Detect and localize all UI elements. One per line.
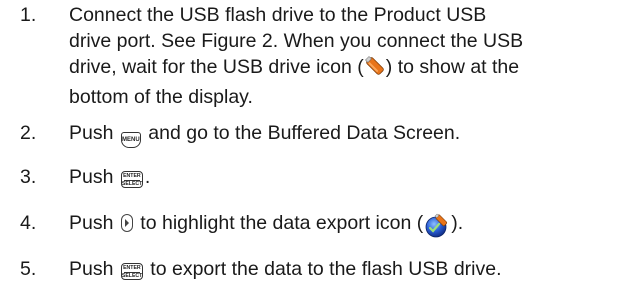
enter-select-key-icon: ENTER SELECT [120, 170, 143, 188]
menu-key-icon: MENU [120, 132, 141, 148]
step-text-segment: . [144, 166, 151, 188]
step-text-segment: Push [69, 122, 114, 144]
key-label-bottom: SELECT [121, 181, 143, 187]
step-text: Connect the USB flash drive to the Produ… [69, 2, 614, 110]
step-text: Push ENTER SELECT to export the data to t… [69, 256, 614, 282]
step-text-segment: drive, wait for the USB drive icon ( [69, 56, 364, 78]
step-number: 3. [20, 166, 37, 188]
enter-select-key-icon: ENTER SELECT [120, 262, 143, 280]
step-text: Push to highlight the data export icon ( [69, 210, 614, 240]
step-text-segment: to highlight the data export icon ( [140, 212, 424, 234]
step-number: 4. [20, 212, 37, 234]
step-line: drive, wait for the USB drive icon ( ) t… [69, 54, 614, 84]
usb-drive-icon [364, 55, 385, 84]
step-text-segment: and go to the Buffered Data Screen. [148, 122, 461, 144]
step-text: Push MENU and go to the Buffered Data Sc… [69, 120, 614, 148]
step-number: 5. [20, 258, 37, 280]
key-label-top: ENTER [123, 173, 141, 179]
step-line: Connect the USB flash drive to the Produ… [69, 4, 487, 26]
data-export-icon [424, 213, 450, 240]
step-number: 1. [20, 4, 37, 26]
step-text-segment: Push [69, 166, 114, 188]
step-text: Push ENTER SELECT. [69, 164, 614, 190]
step-text-segment: to export the data to the flash USB driv… [150, 258, 502, 280]
step-text-segment: Push [69, 258, 114, 280]
key-label-top: ENTER [123, 265, 141, 271]
step-line: drive port. See Figure 2. When you conne… [69, 30, 524, 52]
right-arrow-key-icon [120, 214, 133, 232]
step-text-segment: ). [451, 212, 464, 234]
key-label-bottom: SELECT [121, 273, 143, 279]
step-number: 2. [20, 122, 37, 144]
step-text-segment: ) to show at the [385, 56, 520, 78]
step-line: bottom of the display. [69, 86, 253, 108]
step-text-segment: Push [69, 212, 114, 234]
